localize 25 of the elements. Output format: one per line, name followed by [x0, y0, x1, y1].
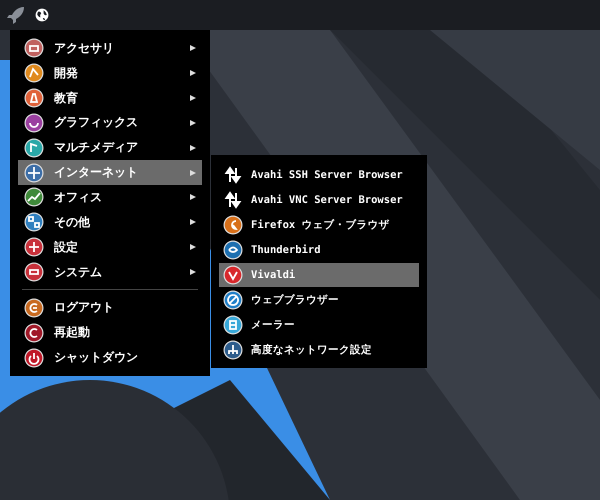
menu-item[interactable]: 設定	[18, 234, 202, 260]
menu-item[interactable]: ログアウト	[18, 295, 202, 320]
menu-item[interactable]: Avahi SSH Server Browser	[219, 163, 419, 188]
menu-item[interactable]: 再起動	[18, 320, 202, 346]
menu-item[interactable]: 教育	[18, 86, 202, 111]
up-down-arrows-icon	[223, 190, 243, 210]
menu-item[interactable]: Vivaldi	[219, 262, 419, 288]
menu-item[interactable]: システム	[18, 260, 202, 284]
menu-item[interactable]: Firefox ウェブ・ブラウザ	[219, 212, 419, 238]
globe-icon[interactable]	[34, 7, 50, 23]
menu-item[interactable]: その他	[18, 210, 202, 235]
menu-item[interactable]: Avahi VNC Server Browser	[219, 188, 419, 213]
up-down-arrows-icon	[223, 165, 243, 186]
menu-item[interactable]: オフィス	[18, 185, 202, 210]
menu-item[interactable]: マルチメディア	[18, 135, 202, 160]
menu-item[interactable]: 開発	[18, 60, 202, 86]
rocket-icon[interactable]	[6, 5, 26, 25]
menu-item[interactable]: ウェブブラウザー	[219, 287, 419, 312]
menu-item[interactable]: インターネット	[18, 160, 202, 186]
menu-item[interactable]: グラフィックス	[18, 110, 202, 136]
menu-item[interactable]: アクセサリ	[18, 36, 202, 61]
menu-item[interactable]: 高度なネットワーク設定	[219, 337, 419, 362]
menu-item[interactable]: シャットダウン	[18, 345, 202, 370]
menu-item[interactable]: メーラー	[219, 312, 419, 338]
menu-item[interactable]: Thunderbird	[219, 238, 419, 262]
